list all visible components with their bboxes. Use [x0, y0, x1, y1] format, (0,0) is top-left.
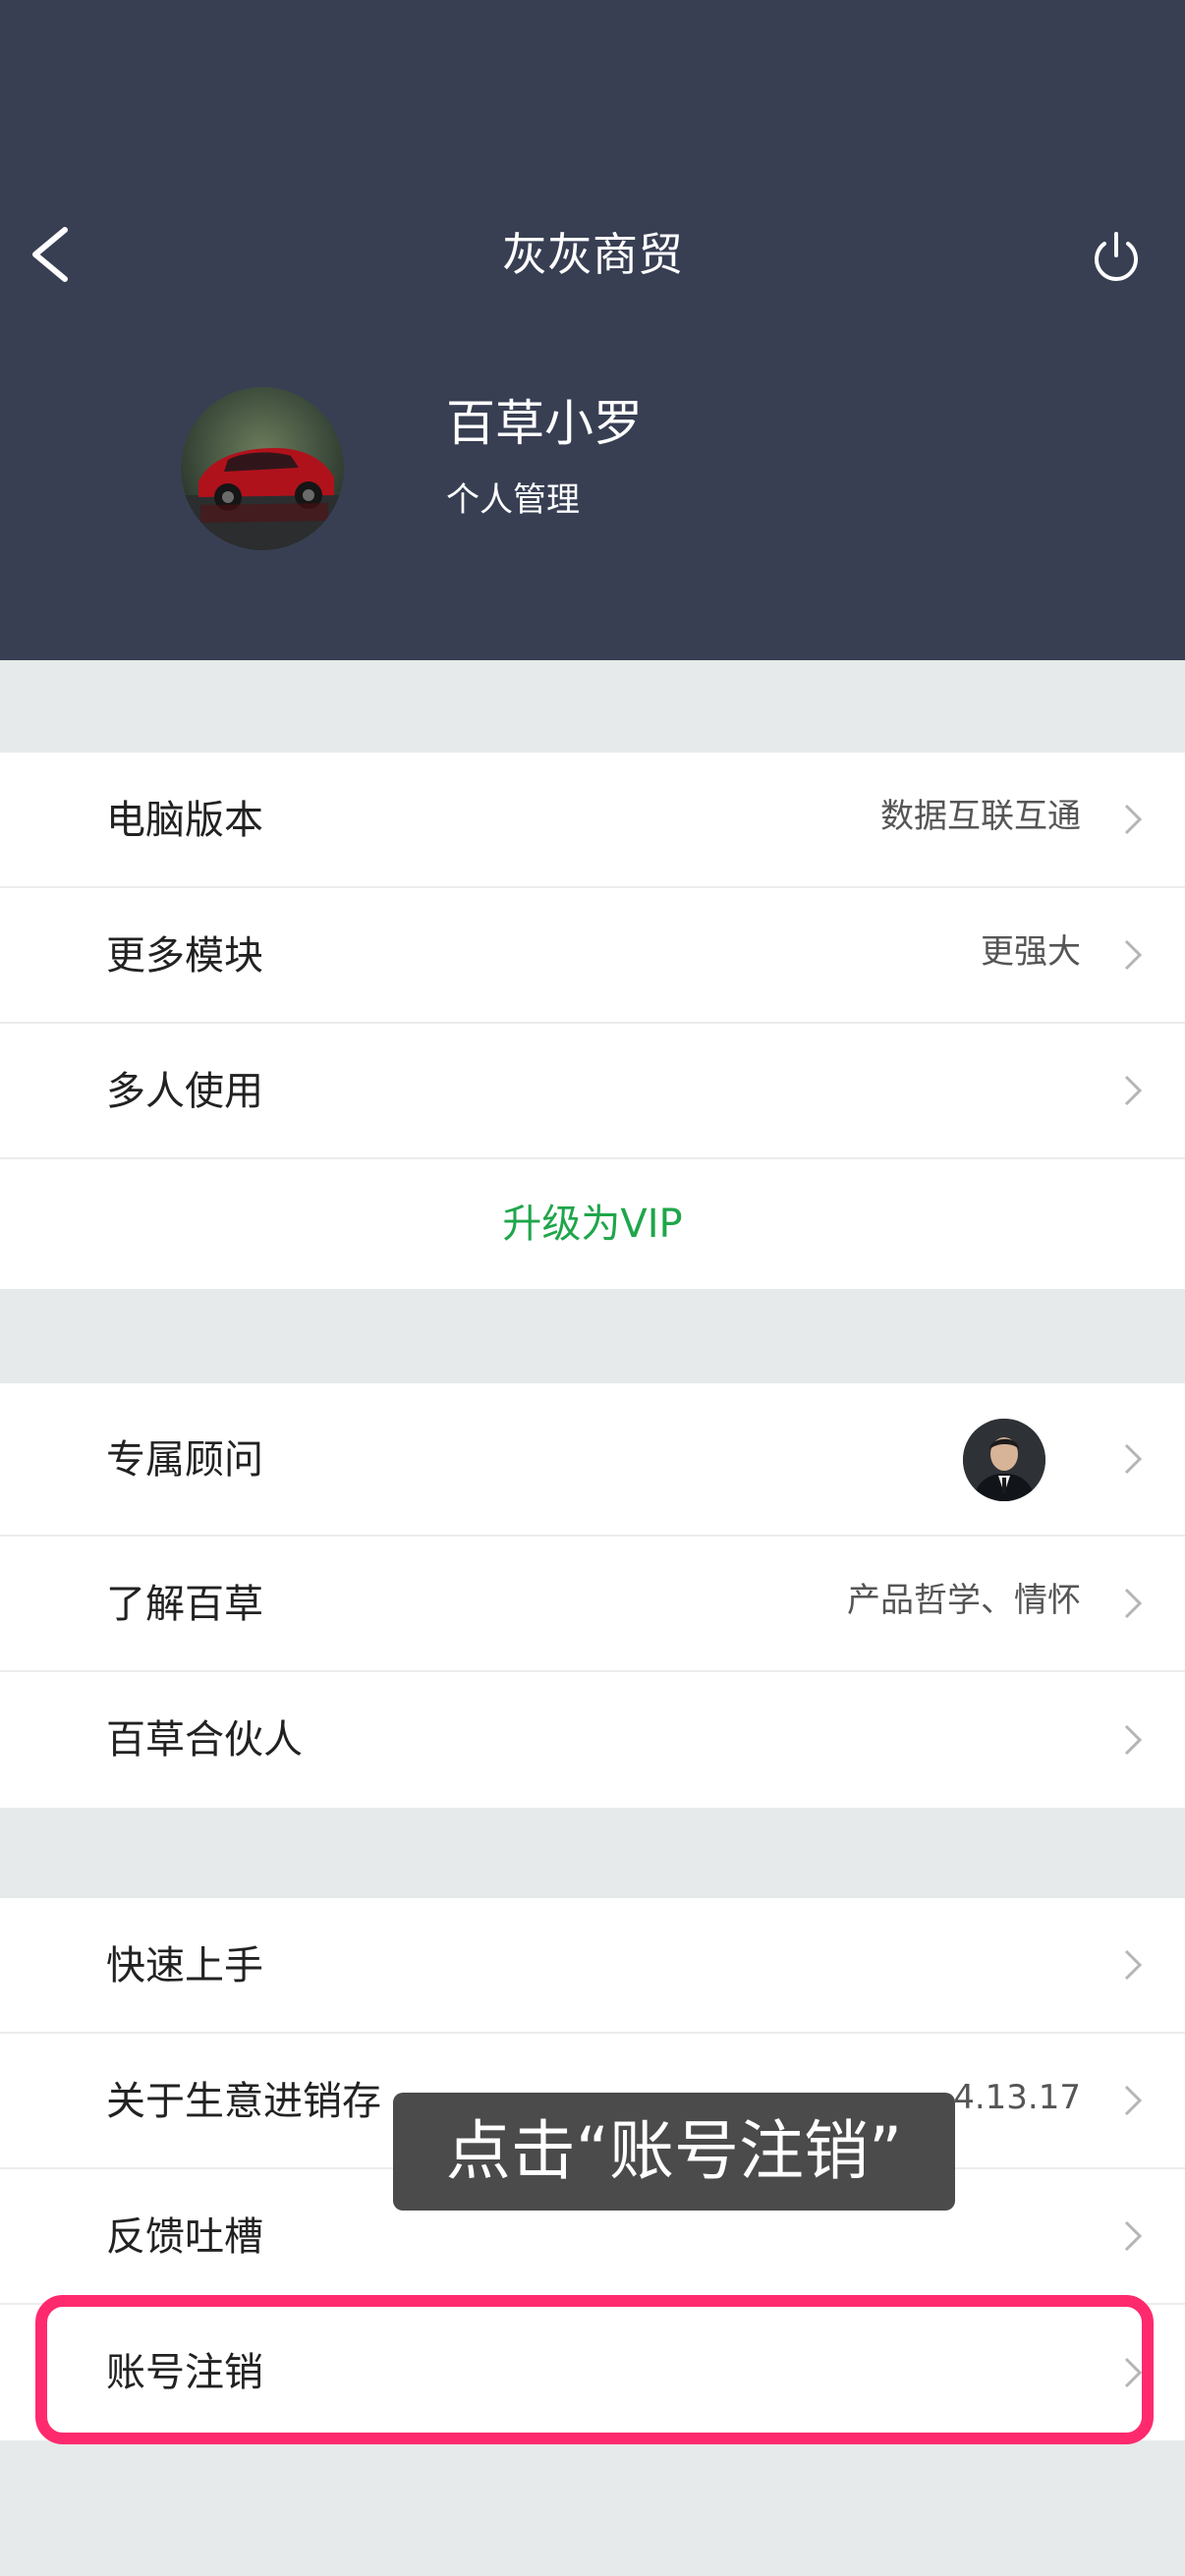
avatar-car-image [181, 387, 344, 550]
chevron-right-icon [1124, 1075, 1143, 1106]
chevron-right-icon [1124, 939, 1143, 971]
menu-item-more-modules[interactable]: 更多模块 更强大 [0, 888, 1185, 1024]
user-name: 百草小罗 [446, 395, 643, 452]
chevron-right-icon [1124, 1724, 1143, 1756]
menu-item-label: 更多模块 [106, 933, 263, 979]
menu-item-label: 了解百草 [106, 1582, 263, 1627]
profile-header: 灰灰商贸 百草小罗 个人管理 [0, 0, 1185, 660]
chevron-right-icon [1124, 2220, 1143, 2252]
user-subtitle: 个人管理 [446, 480, 580, 520]
settings-group-2: 专属顾问 了解百草 产品哲学、情怀 百草合伙人 [0, 1383, 1185, 1808]
menu-item-multi-user[interactable]: 多人使用 [0, 1024, 1185, 1159]
app-version: 4.13.17 [953, 2078, 1081, 2117]
menu-item-about-baicao[interactable]: 了解百草 产品哲学、情怀 [0, 1537, 1185, 1672]
menu-item-consultant[interactable]: 专属顾问 [0, 1383, 1185, 1537]
menu-item-value: 数据互联互通 [880, 797, 1081, 836]
menu-item-value: 产品哲学、情怀 [847, 1581, 1081, 1620]
chevron-right-icon [1124, 2085, 1143, 2116]
menu-item-partner[interactable]: 百草合伙人 [0, 1672, 1185, 1808]
upgrade-vip-button[interactable]: 升级为VIP [0, 1159, 1185, 1289]
menu-item-delete-account[interactable]: 账号注销 [0, 2305, 1185, 2440]
menu-item-label: 关于生意进销存 [106, 2079, 381, 2124]
power-icon [1095, 232, 1138, 281]
menu-item-label: 反馈吐槽 [106, 2214, 263, 2260]
logout-button[interactable] [1091, 224, 1142, 285]
chevron-right-icon [1124, 1443, 1143, 1475]
chevron-right-icon [1124, 1949, 1143, 1981]
menu-item-value: 更强大 [981, 932, 1081, 972]
menu-item-label: 快速上手 [106, 1943, 263, 1988]
chevron-right-icon [1124, 804, 1143, 835]
chevron-right-icon [1124, 2357, 1143, 2388]
menu-item-label: 专属顾问 [106, 1437, 263, 1483]
chevron-right-icon [1124, 1588, 1143, 1619]
page-title: 灰灰商贸 [502, 228, 683, 281]
tutorial-hint-toast: 点击“账号注销” [393, 2093, 955, 2211]
settings-group-1: 电脑版本 数据互联互通 更多模块 更强大 多人使用 升级为VIP [0, 753, 1185, 1289]
menu-item-label: 百草合伙人 [106, 1717, 303, 1763]
menu-item-label: 多人使用 [106, 1069, 263, 1114]
consultant-avatar [963, 1419, 1045, 1501]
menu-item-label: 账号注销 [106, 2350, 263, 2395]
menu-item-quick-start[interactable]: 快速上手 [0, 1898, 1185, 2034]
user-avatar[interactable] [181, 387, 344, 550]
menu-item-label: 电脑版本 [106, 798, 263, 843]
menu-item-desktop-version[interactable]: 电脑版本 数据互联互通 [0, 753, 1185, 888]
person-icon [963, 1419, 1045, 1501]
